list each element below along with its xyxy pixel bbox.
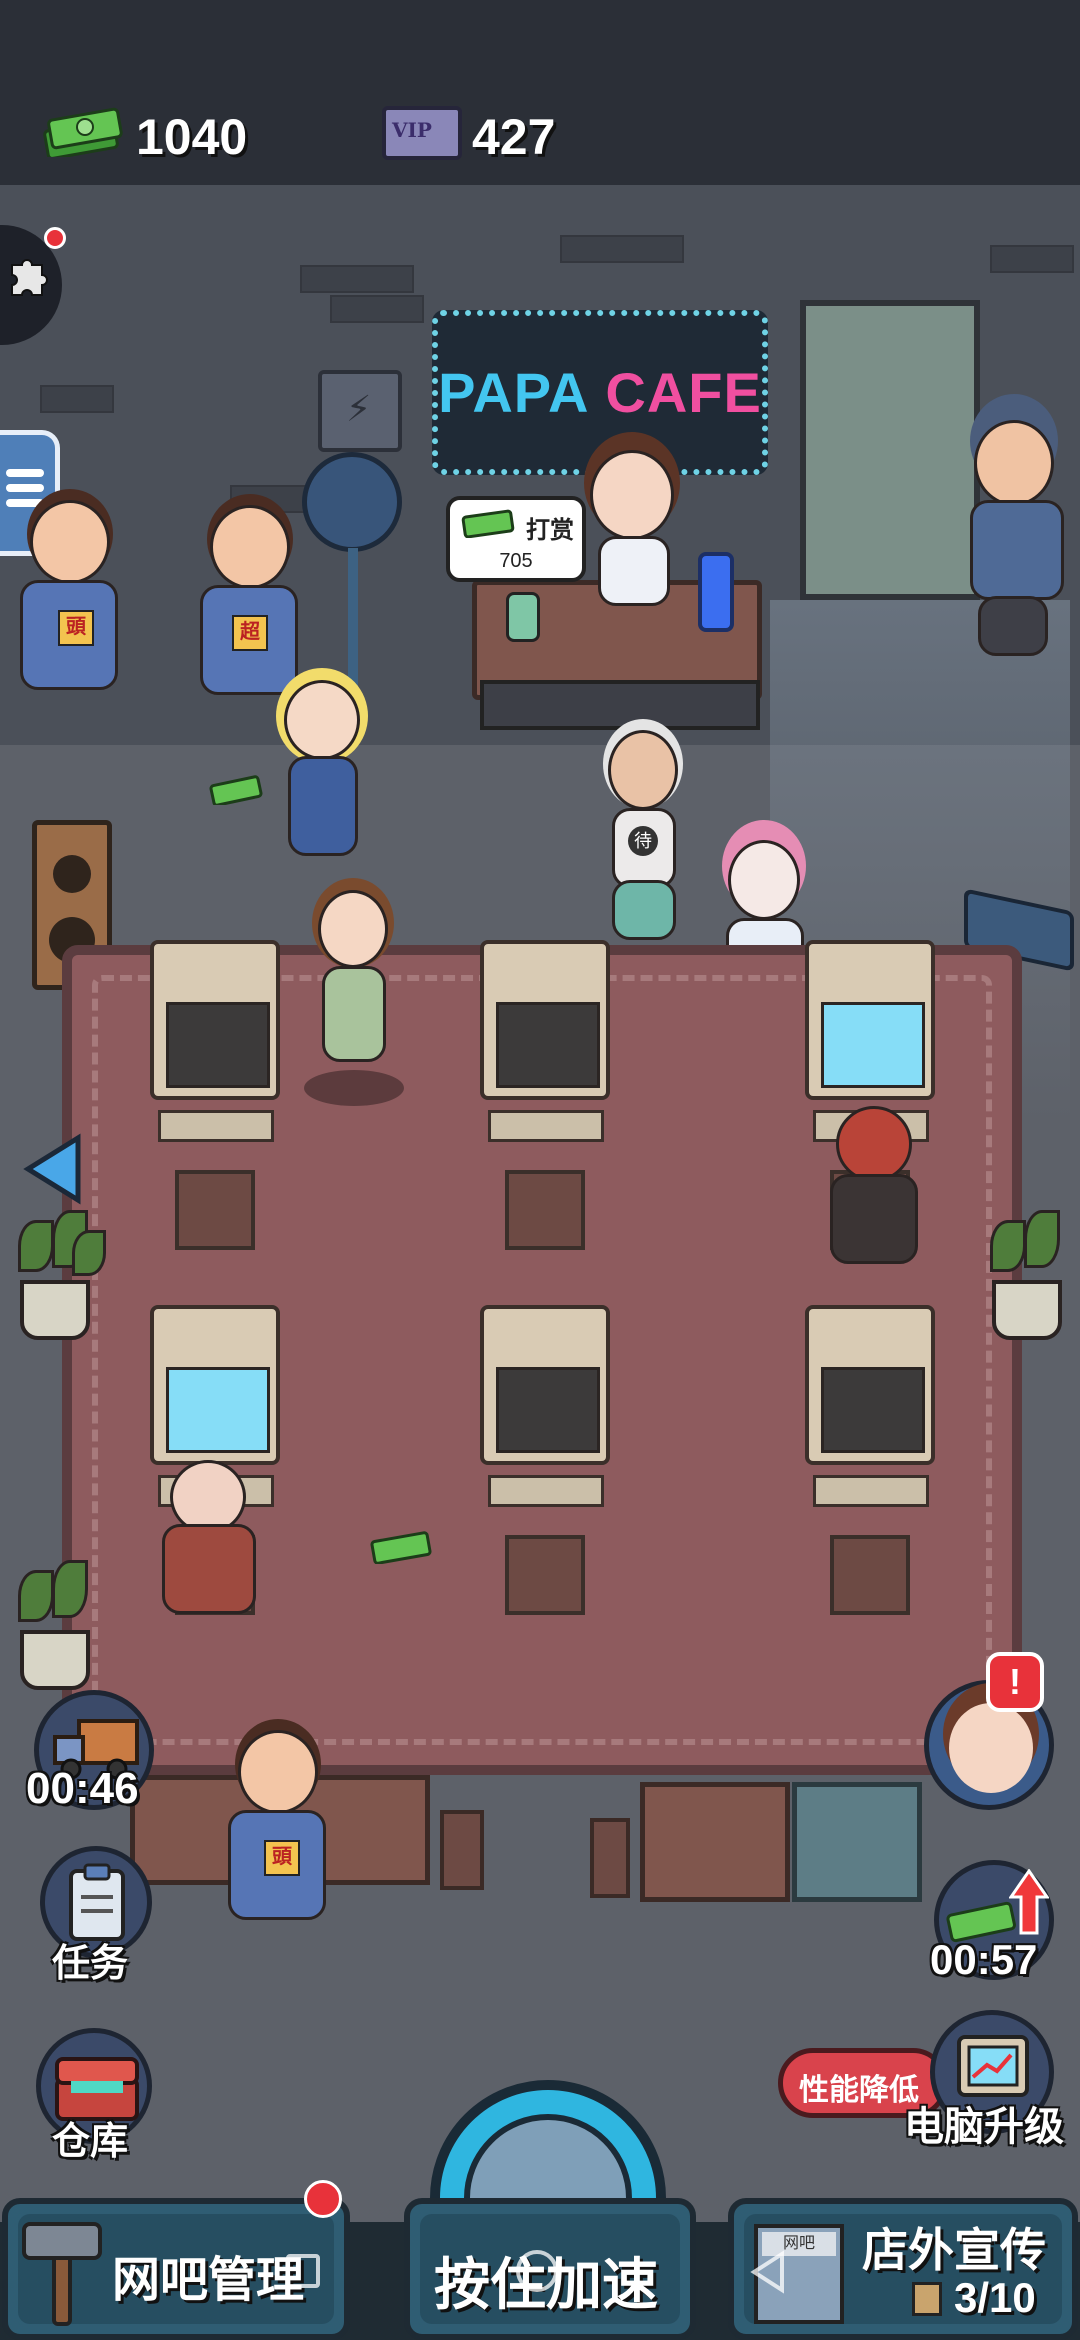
security-guard[interactable]: [960, 400, 1080, 670]
vip-amount: 427: [472, 109, 556, 165]
lamp: [698, 552, 734, 632]
customer-girl[interactable]: [270, 660, 380, 890]
back-icon[interactable]: [748, 2250, 788, 2294]
hammer-icon: [18, 2210, 108, 2330]
home-icon[interactable]: [516, 2250, 558, 2292]
pc-screen: [166, 1002, 270, 1088]
tip-jar: [506, 592, 540, 642]
cash-amount: 1040: [136, 109, 248, 165]
stool: [440, 1810, 484, 1890]
cash-stack-icon: [460, 508, 516, 539]
pc-screen-active: [166, 1367, 270, 1453]
promotion-label: 店外宣传: [862, 2224, 1046, 2276]
lightning-icon: ⚡: [346, 388, 372, 429]
warehouse-label: 仓库: [52, 2121, 129, 2163]
puzzle-icon: [6, 255, 50, 299]
tip-label: 打赏: [526, 517, 574, 544]
pc-station-1[interactable]: [130, 940, 300, 1270]
manage-cafe-label: 网吧管理: [112, 2254, 305, 2307]
pc-screen: [496, 1002, 600, 1088]
cash-boost-timer: 00:57: [930, 1936, 1038, 1983]
hero-emblem: 頭: [264, 1840, 300, 1876]
potted-plant: [8, 1210, 108, 1350]
sign-left-text: PAPA: [438, 361, 590, 424]
tasks-label: 任务: [52, 1943, 129, 1985]
pc-screen: [821, 1367, 925, 1453]
entrance-door: [800, 300, 980, 600]
pc-screen-active: [821, 1002, 925, 1088]
vip-badge-text: VIP: [392, 118, 432, 142]
performance-badge-text: 性能降低: [799, 2074, 919, 2107]
alert-exclamation-icon: !: [986, 1652, 1044, 1712]
clipboard-icon: [67, 1863, 127, 1943]
tip-amount: 705: [499, 550, 533, 572]
staff-avatar: [949, 1703, 1033, 1793]
up-arrow-icon: [1008, 1868, 1050, 1935]
flyer-icon: [912, 2282, 942, 2316]
stool: [590, 1818, 630, 1898]
snack-table: [640, 1782, 790, 1902]
hero-emblem: 超: [232, 615, 268, 651]
potted-plant: [8, 1560, 108, 1700]
pc-station-6[interactable]: [785, 1305, 955, 1635]
notification-dot: [304, 2180, 342, 2218]
top-currency-bar: 1040 VIP 427: [0, 0, 1080, 188]
seated-customer[interactable]: [820, 1100, 930, 1280]
cash-pickup[interactable]: [208, 775, 264, 807]
counter-front: [480, 680, 760, 730]
sign-right-text: CAFE: [605, 361, 762, 424]
recent-apps-icon[interactable]: [286, 2254, 320, 2288]
superhero-customer[interactable]: 頭: [212, 1730, 342, 1980]
pc-screen: [496, 1367, 600, 1453]
left-arrow-button[interactable]: [22, 1132, 84, 1206]
tip-bubble[interactable]: 打赏 705: [446, 496, 586, 582]
delivery-timer: 00:46: [26, 1764, 139, 1813]
seated-customer[interactable]: [148, 1460, 268, 1620]
elder-customer[interactable]: 待: [590, 730, 700, 960]
vip-card-icon: VIP: [382, 106, 462, 160]
left-arrow-icon: [23, 1133, 81, 1205]
receptionist[interactable]: [580, 440, 690, 610]
elder-emblem: 待: [628, 826, 658, 856]
fuse-box: ⚡: [318, 370, 402, 452]
pc-station-5[interactable]: [460, 1305, 630, 1635]
cleaner-girl[interactable]: [300, 880, 410, 1106]
snack-display: [792, 1782, 922, 1902]
cash-stack-icon: [42, 105, 124, 160]
pc-station-2[interactable]: [460, 940, 630, 1270]
pc-upgrade-label: 电脑升级: [904, 2105, 1064, 2149]
superhero-customer[interactable]: 頭: [10, 500, 130, 750]
promotion-progress: 3/10: [954, 2274, 1036, 2321]
potted-plant: [980, 1210, 1080, 1350]
cash-pickup[interactable]: [368, 1530, 434, 1565]
hero-emblem: 頭: [58, 610, 94, 646]
notification-dot: [44, 227, 66, 249]
fan: [302, 452, 402, 552]
